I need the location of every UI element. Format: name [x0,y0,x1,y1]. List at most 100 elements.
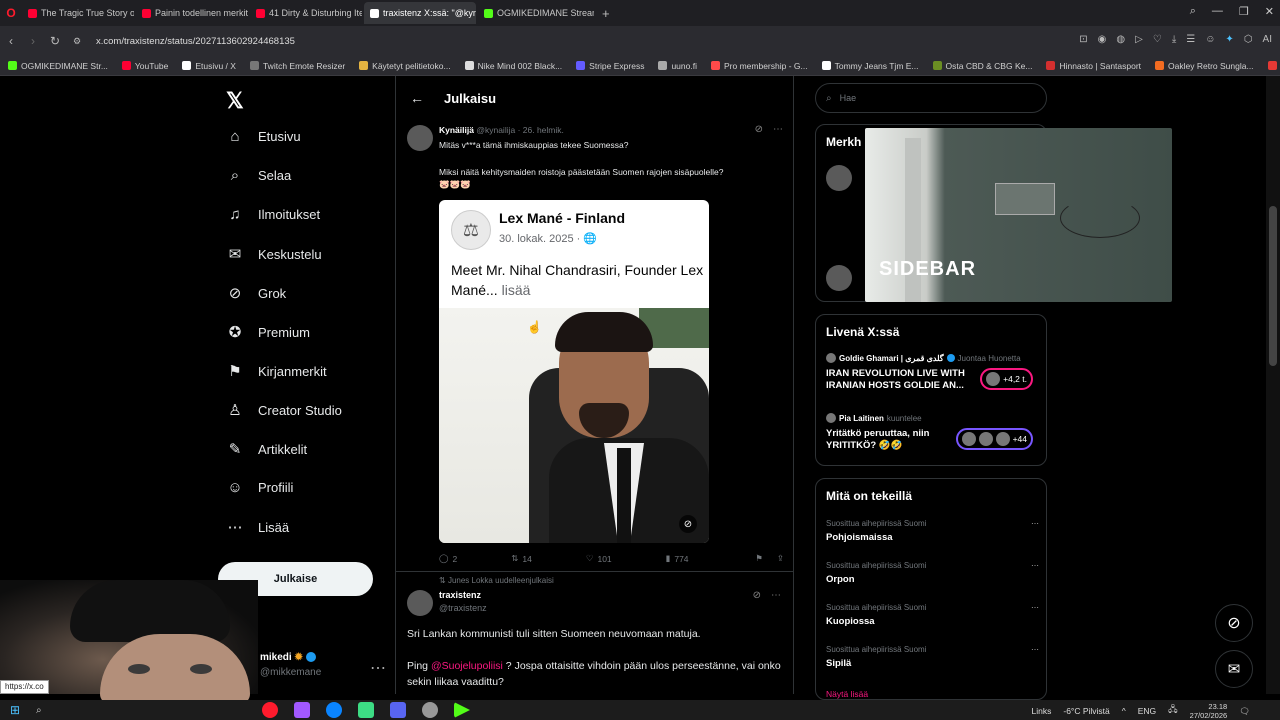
nav-item-kirjanmerkit[interactable]: ⚑ Kirjanmerkit [226,362,326,380]
page-scrollbar[interactable] [1266,76,1280,694]
trend-more-icon[interactable]: ⋯ [1031,561,1039,570]
reload-icon[interactable]: ↻ [44,34,66,48]
extension-icon[interactable]: ✦ [1225,34,1233,45]
avatar[interactable] [826,265,852,291]
avatar[interactable] [826,165,852,191]
nav-item-grok[interactable]: ⊘ Grok [226,284,286,302]
discord-app-icon[interactable] [390,702,406,718]
views-button[interactable]: ▮ 774 [666,553,689,564]
bookmark-item[interactable]: Käytetyt pelitietoko... [359,61,451,71]
facebook-screenshot-image[interactable]: ⚖ Lex Mané - Finland 30. lokak. 2025 · 🌐… [439,200,709,543]
links-toolbar[interactable]: Links [1032,706,1052,716]
nav-item-lisää[interactable]: ⋯ Lisää [226,518,290,536]
back-arrow-icon[interactable]: ← [410,90,424,106]
url-field[interactable]: x.com/traxistenz/status/2027113602924468… [96,36,295,47]
browser-tab[interactable]: The Tragic True Story of Ju [22,2,134,24]
play-app-icon[interactable] [454,702,470,718]
grok-fab-icon[interactable]: ⊘ [1215,604,1253,642]
grok-image-icon[interactable]: ⊘ [679,515,697,533]
maximize-icon[interactable]: ❐ [1239,5,1249,18]
trend-item[interactable]: Suosittua aihepiirissä Suomi Pohjoismaiss… [826,519,1041,543]
site-info-icon[interactable]: ⚙ [66,36,88,47]
notifications-icon[interactable]: 🗨 [1239,706,1250,717]
nav-item-creator-studio[interactable]: ♙ Creator Studio [226,401,342,419]
bookmark-icon[interactable]: ⚑ [755,553,763,564]
figma-app-icon[interactable] [294,702,310,718]
bookmark-item[interactable]: Osta CBD & CBG Ke... [932,61,1032,71]
bookmark-item[interactable]: Twitch Emote Resizer [249,61,345,71]
cube-icon[interactable]: ⬡ [1244,34,1253,45]
search-input[interactable]: ⌕ Hae [815,83,1047,113]
repost-button[interactable]: ⇅ 14 [511,553,532,564]
nav-item-ilmoitukset[interactable]: ♫ Ilmoitukset [226,206,320,223]
avatar[interactable] [407,590,433,616]
more-icon[interactable]: ⋯ [771,590,781,601]
like-button[interactable]: ♡ 101 [586,553,612,564]
account-more-icon[interactable]: ⋯ [370,658,386,678]
browser-tab[interactable]: Painin todellinen merkity [136,2,248,24]
bookmark-item[interactable]: Tommy Jeans Tjm E... [821,61,919,71]
ai-icon[interactable]: AI [1263,34,1272,45]
camera-icon[interactable]: ◉ [1098,34,1107,45]
share-icon[interactable]: ⇪ [777,553,784,564]
browser-tab[interactable]: OGMIKEDIMANE Stream [478,2,594,24]
download-icon[interactable]: ⤓ [1172,34,1176,45]
avatar[interactable] [407,125,433,151]
nav-item-premium[interactable]: ✪ Premium [226,323,310,341]
nav-item-selaa[interactable]: ⌕ Selaa [226,167,291,184]
weather-widget[interactable]: -6°C Pilvistä [1063,706,1109,716]
back-nav-icon[interactable]: ‹ [0,34,22,48]
live-space-row[interactable]: Pia Laitinen kuuntelee Yritätkö peruuttaa,… [826,413,1041,452]
author-name[interactable]: traxistenz [439,590,481,600]
trend-item[interactable]: Suosittua aihepiirissä Suomi Sipilä ⋯ [826,645,1041,669]
bookmark-item[interactable]: Etusivu / X [182,61,236,71]
trend-more-icon[interactable]: ⋯ [1031,519,1039,528]
language-indicator[interactable]: ENG [1138,706,1156,716]
bookmark-item[interactable]: OGMIKEDIMANE Str... [8,61,108,71]
account-icon[interactable]: ☺ [1205,34,1215,45]
bookmark-item[interactable]: Stripe Express [576,61,644,71]
author-name[interactable]: Kynäilijä [439,125,474,135]
nav-item-profiili[interactable]: ☺ Profiili [226,479,293,496]
listener-count-pill[interactable]: +4,2 t. [980,368,1033,390]
network-icon[interactable]: 🖧 [1168,704,1177,718]
reply-button[interactable]: ◯ 2 [439,553,457,564]
bookmark-item[interactable]: Hinnasto | Santasport [1046,61,1141,71]
opera-logo-icon[interactable]: O [0,6,22,20]
clock[interactable]: 23.18 27/02/2026 [1190,702,1228,720]
listener-count-pill[interactable]: +44 [955,428,1033,450]
bookmark-item[interactable]: Pro membership - G... [710,61,808,71]
more-icon[interactable]: ⋯ [773,124,783,135]
play-icon[interactable]: ▷ [1135,34,1143,45]
forward-nav-icon[interactable]: › [22,34,44,48]
bookmark-item[interactable]: Oakley Retro Sungla... [1155,61,1254,71]
bookmark-item[interactable]: YouTube [121,61,168,71]
grok-icon[interactable]: ⊘ [755,124,763,135]
mention-link[interactable]: @Suojelupoliisi [431,660,503,672]
live-space-row[interactable]: Goldie Ghamari | گلدی قمری Juontaa Huonet… [826,353,1041,392]
shield-icon[interactable]: ◍ [1116,34,1125,45]
trend-item[interactable]: Suosittua aihepiirissä Suomi Kuopiossa ⋯ [826,603,1041,627]
bookmark-item[interactable]: uuno.fi [658,61,697,71]
grok-icon[interactable]: ⊘ [753,590,761,601]
screenshot-icon[interactable]: ⊡ [1079,34,1087,45]
bookmark-item[interactable]: Nike Mind 002 Black... [464,61,562,71]
nav-item-artikkelit[interactable]: ✎ Artikkelit [226,440,307,458]
windows-start-icon[interactable]: ⊞ [0,703,30,717]
browser-tab[interactable]: 41 Dirty & Disturbing Item [250,2,362,24]
opera-app-icon[interactable] [262,702,278,718]
heart-icon[interactable]: ♡ [1153,34,1162,45]
trend-more-icon[interactable]: ⋯ [1031,645,1039,654]
browser-search-icon[interactable]: ⌕ [1190,5,1196,18]
show-more-link[interactable]: Näytä lisää [826,689,868,699]
taskbar-search-icon[interactable]: ⌕ [36,705,42,716]
edge-app-icon[interactable] [326,702,342,718]
repost-note[interactable]: ⇅ Junes Lokka uudelleenjulkaisi [439,576,554,585]
tray-chevron-icon[interactable]: ^ [1122,706,1126,716]
app-icon[interactable] [422,702,438,718]
x-logo-icon[interactable]: 𝕏 [226,88,244,114]
nav-item-etusivu[interactable]: ⌂ Etusivu [226,128,300,145]
close-window-icon[interactable]: ✕ [1265,5,1274,18]
account-switcher[interactable]: mikedi ✹ @mikkemane [260,652,321,678]
trend-more-icon[interactable]: ⋯ [1031,603,1039,612]
